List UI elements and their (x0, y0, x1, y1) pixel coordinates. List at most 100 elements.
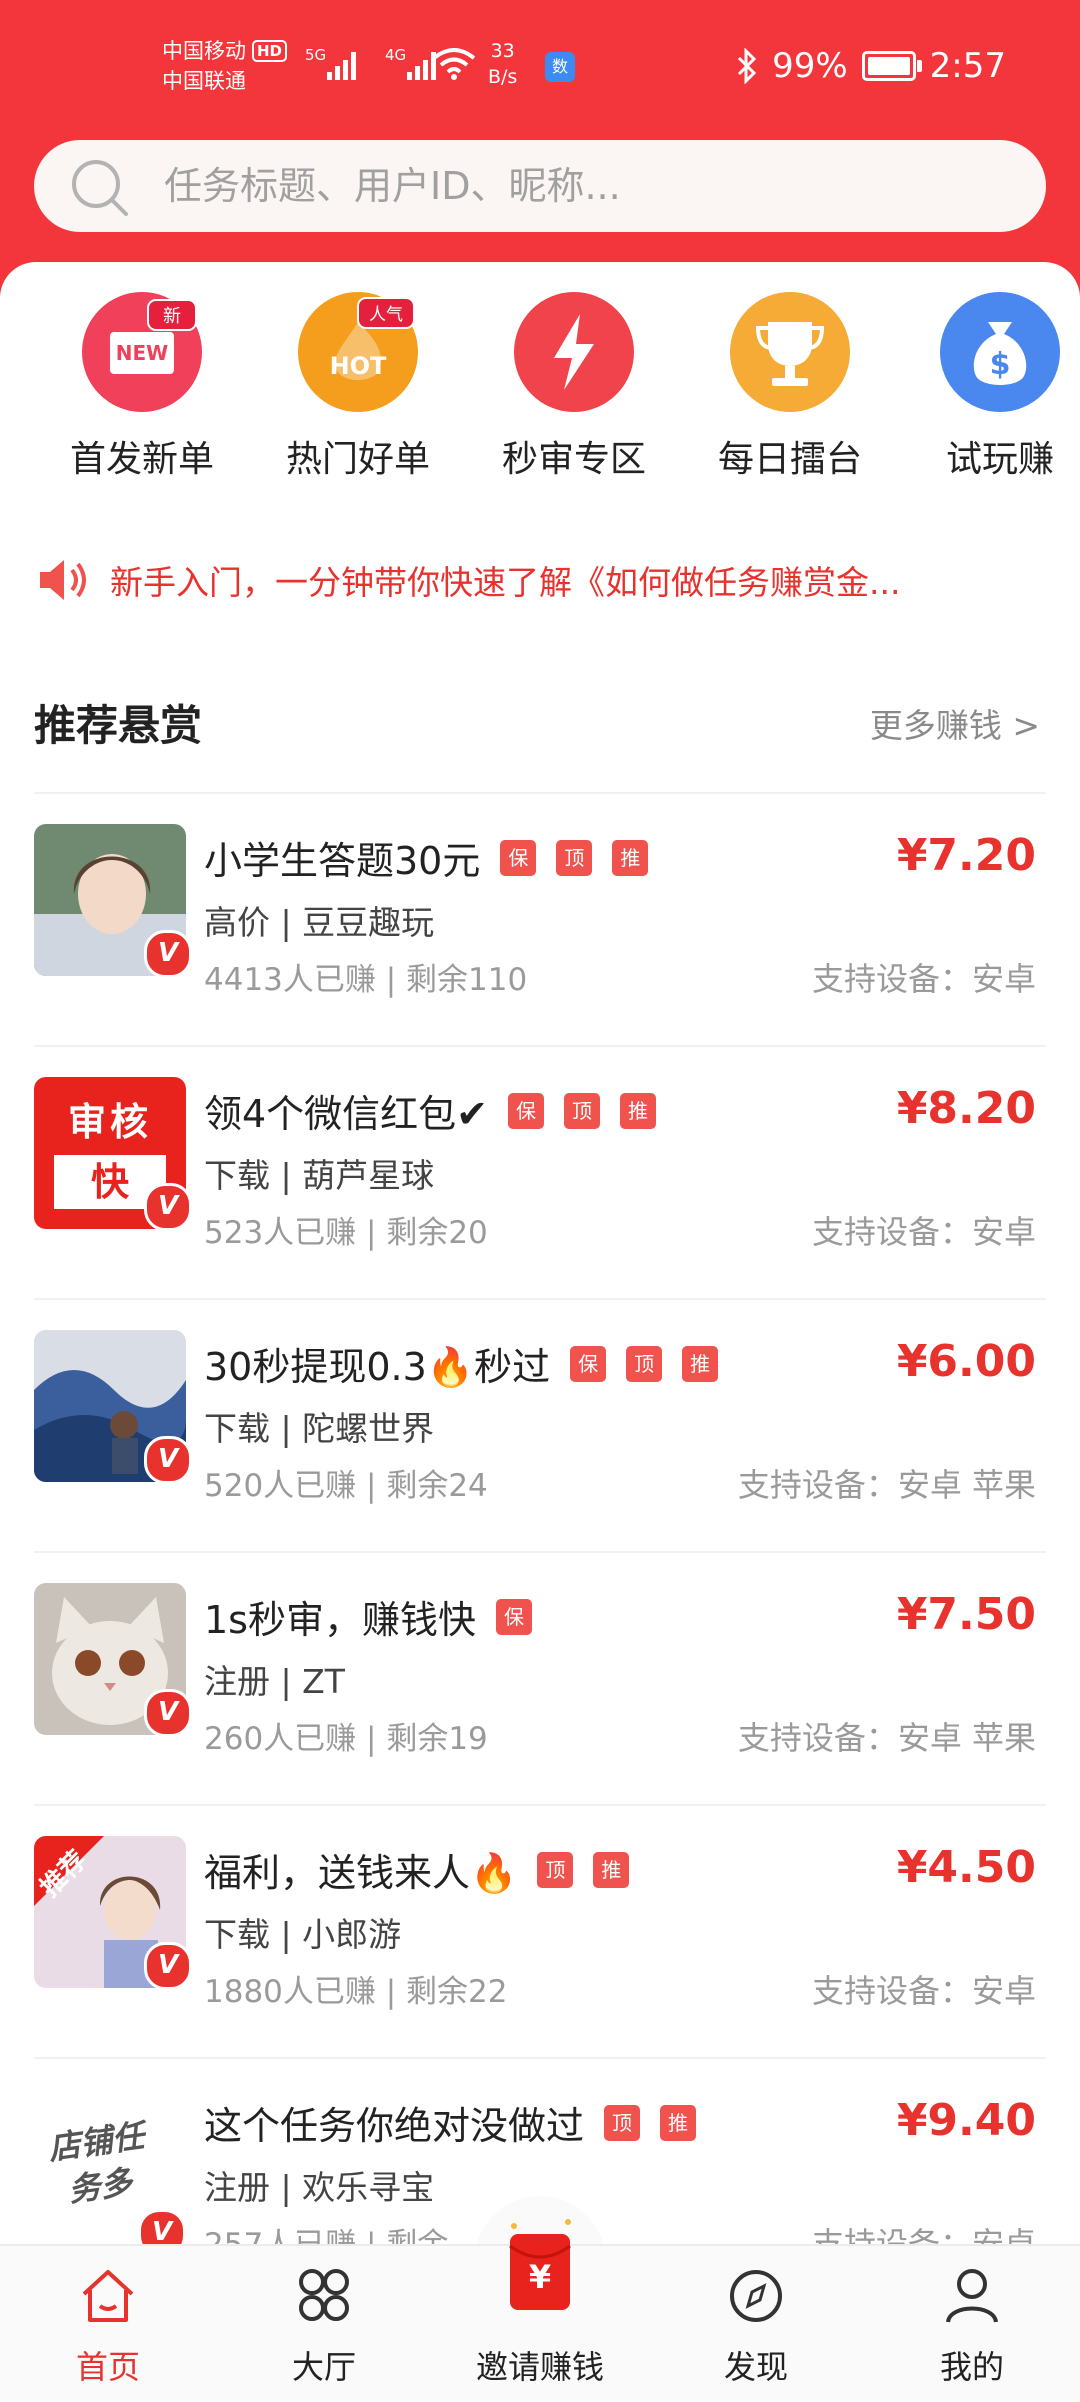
verified-badge: V (144, 1183, 192, 1231)
tag-top: 顶 (564, 1092, 601, 1129)
category-trial-earn[interactable]: $ 试玩赚 (900, 292, 1080, 482)
tag-top: 顶 (537, 1851, 574, 1888)
task-price: ¥7.20 (896, 830, 1036, 881)
tag-top: 顶 (556, 839, 593, 876)
hot-badge-main: HOT (330, 352, 387, 380)
trophy-icon (730, 292, 850, 412)
nav-discover[interactable]: 发现 (648, 2246, 864, 2402)
task-title: 1s秒审，赚钱快 保 (204, 1589, 532, 1644)
task-title: 领4个微信红包✔ 保 顶 推 (204, 1083, 657, 1138)
category-label: 热门好单 (285, 439, 430, 480)
task-device: 支持设备：安卓 (811, 960, 1036, 998)
hot-badge-top: 人气 (369, 305, 403, 325)
user-icon (946, 2269, 998, 2323)
hot-badge-icon: HOT 人气 (298, 292, 418, 412)
tag-guarantee: 保 (508, 1092, 545, 1129)
task-item[interactable]: 审核 快 V 领4个微信红包✔ 保 顶 推 下载 | 葫芦星球 523人已赚 |… (0, 1045, 1080, 1298)
lightning-icon (514, 292, 634, 412)
tag-guarantee: 保 (495, 1598, 532, 1635)
bottom-nav: 首页 大厅 ¥ 邀请赚钱 发现 我的 (0, 2219, 1080, 2402)
tag-top: 顶 (604, 2104, 641, 2141)
nav-home[interactable]: 首页 (0, 2246, 216, 2402)
category-label: 秒审专区 (501, 439, 646, 480)
task-device: 支持设备：安卓 (811, 1213, 1036, 1251)
network-speed: 33 B/s (488, 38, 517, 90)
tag-recommend: 推 (612, 839, 649, 876)
task-price: ¥4.50 (896, 1842, 1036, 1893)
nav-label: 我的 (939, 2348, 1004, 2386)
main-panel: NEW 新 首发新单 HOT 人气 热门好单 秒审专区 每日擂台 $ 试玩赚 新… (0, 262, 1080, 2400)
bluetooth-icon (738, 48, 757, 84)
task-stats: 1880人已赚 | 剩余22 (204, 1974, 508, 2010)
task-stats: 520人已赚 | 剩余24 (204, 1468, 488, 1504)
category-hot[interactable]: HOT 人气 热门好单 (258, 292, 458, 482)
nav-hall[interactable]: 大厅 (216, 2246, 432, 2402)
thumb-text-top: 审核 (67, 1100, 152, 1144)
category-daily-arena[interactable]: 每日擂台 (690, 292, 890, 482)
sig2-label: 4G (385, 46, 406, 64)
money-bag-glyph: $ (990, 347, 1011, 382)
task-title-text: 小学生答题30元 (204, 839, 481, 883)
task-title: 这个任务你绝对没做过 顶 推 (204, 2095, 697, 2150)
category-label: 试玩赚 (945, 439, 1054, 480)
section-title: 推荐悬赏 (34, 701, 203, 750)
tag-guarantee: 保 (500, 839, 537, 876)
verified-badge: V (144, 1436, 192, 1484)
tag-recommend: 推 (660, 2104, 697, 2141)
nav-label: 大厅 (291, 2348, 356, 2386)
task-device: 支持设备：安卓 苹果 (737, 1719, 1036, 1757)
status-bar: 中国移动 HD 中国联通 5G 4G 33 B/s 数 99% 2:57 (0, 0, 1080, 135)
red-envelope-icon: ¥ (509, 2219, 571, 2310)
task-title: 30秒提现0.3🔥秒过 保 顶 推 (204, 1336, 719, 1391)
task-stats: 260人已赚 | 剩余19 (204, 1721, 488, 1757)
home-icon (82, 2270, 134, 2322)
category-label: 首发新单 (69, 439, 214, 480)
task-price: ¥6.00 (896, 1336, 1036, 1387)
task-item[interactable]: V 30秒提现0.3🔥秒过 保 顶 推 下载 | 陀螺世界 520人已赚 | 剩… (0, 1298, 1080, 1551)
battery-percent: 99% (772, 46, 848, 86)
task-type: 注册 | 欢乐寻宝 (204, 2168, 435, 2207)
verified-badge: V (144, 1942, 192, 1990)
task-stats: 523人已赚 | 剩余20 (204, 1215, 488, 1251)
task-price: ¥8.20 (896, 1083, 1036, 1134)
search-bar[interactable] (34, 140, 1046, 232)
task-price: ¥9.40 (896, 2095, 1036, 2146)
nav-invite[interactable]: ¥ 邀请赚钱 (432, 2219, 648, 2402)
signal-5g-icon: 5G (305, 46, 356, 80)
envelope-glyph: ¥ (529, 2258, 551, 2296)
divider (34, 792, 1046, 794)
clock: 2:57 (929, 46, 1006, 86)
search-icon[interactable] (68, 156, 132, 220)
speed-unit: B/s (488, 66, 518, 88)
compass-icon (730, 2270, 782, 2322)
thumb-text-bottom: 务多 (65, 2162, 135, 2210)
announcement-text[interactable]: 新手入门，一分钟带你快速了解《如何做任务赚赏金... (110, 556, 1040, 604)
task-item[interactable]: 推荐 V 福利，送钱来人🔥 顶 推 下载 | 小郎游 1880人已赚 | 剩余2… (0, 1804, 1080, 2057)
category-quick-review[interactable]: 秒审专区 (474, 292, 674, 482)
task-type: 下载 | 小郎游 (204, 1915, 402, 1954)
task-title: 福利，送钱来人🔥 顶 推 (204, 1842, 630, 1897)
task-item[interactable]: V 1s秒审，赚钱快 保 注册 | ZT 260人已赚 | 剩余19 ¥7.50… (0, 1551, 1080, 1804)
carrier-info: 中国移动 HD 中国联通 (162, 36, 288, 96)
task-type: 下载 | 陀螺世界 (204, 1409, 435, 1448)
category-label: 每日擂台 (717, 439, 862, 480)
task-type: 注册 | ZT (204, 1662, 345, 1701)
speaker-icon (40, 560, 86, 600)
search-input[interactable] (164, 140, 1004, 232)
new-badge-icon: NEW 新 (82, 292, 202, 412)
tag-recommend: 推 (620, 1092, 657, 1129)
nav-me[interactable]: 我的 (864, 2246, 1080, 2402)
task-device: 支持设备：安卓 (811, 1972, 1036, 2010)
task-title-text: 这个任务你绝对没做过 (204, 2104, 585, 2148)
task-title-text: 1s秒审，赚钱快 (204, 1598, 476, 1642)
task-price: ¥7.50 (896, 1589, 1036, 1640)
category-bar: NEW 新 首发新单 HOT 人气 热门好单 秒审专区 每日擂台 $ 试玩赚 (0, 292, 1080, 492)
announcement-bar[interactable]: 新手入门，一分钟带你快速了解《如何做任务赚赏金... (36, 550, 1046, 610)
task-item[interactable]: V 小学生答题30元 保 顶 推 高价 | 豆豆趣玩 4413人已赚 | 剩余1… (0, 792, 1080, 1045)
divider (34, 2057, 1046, 2059)
task-title-text: 30秒提现0.3🔥秒过 (204, 1345, 551, 1389)
nav-label: 邀请赚钱 (475, 2348, 604, 2386)
category-first-release[interactable]: NEW 新 首发新单 (42, 292, 242, 482)
tag-guarantee: 保 (570, 1345, 607, 1382)
more-earnings-link[interactable]: 更多赚钱 > (870, 699, 1040, 747)
